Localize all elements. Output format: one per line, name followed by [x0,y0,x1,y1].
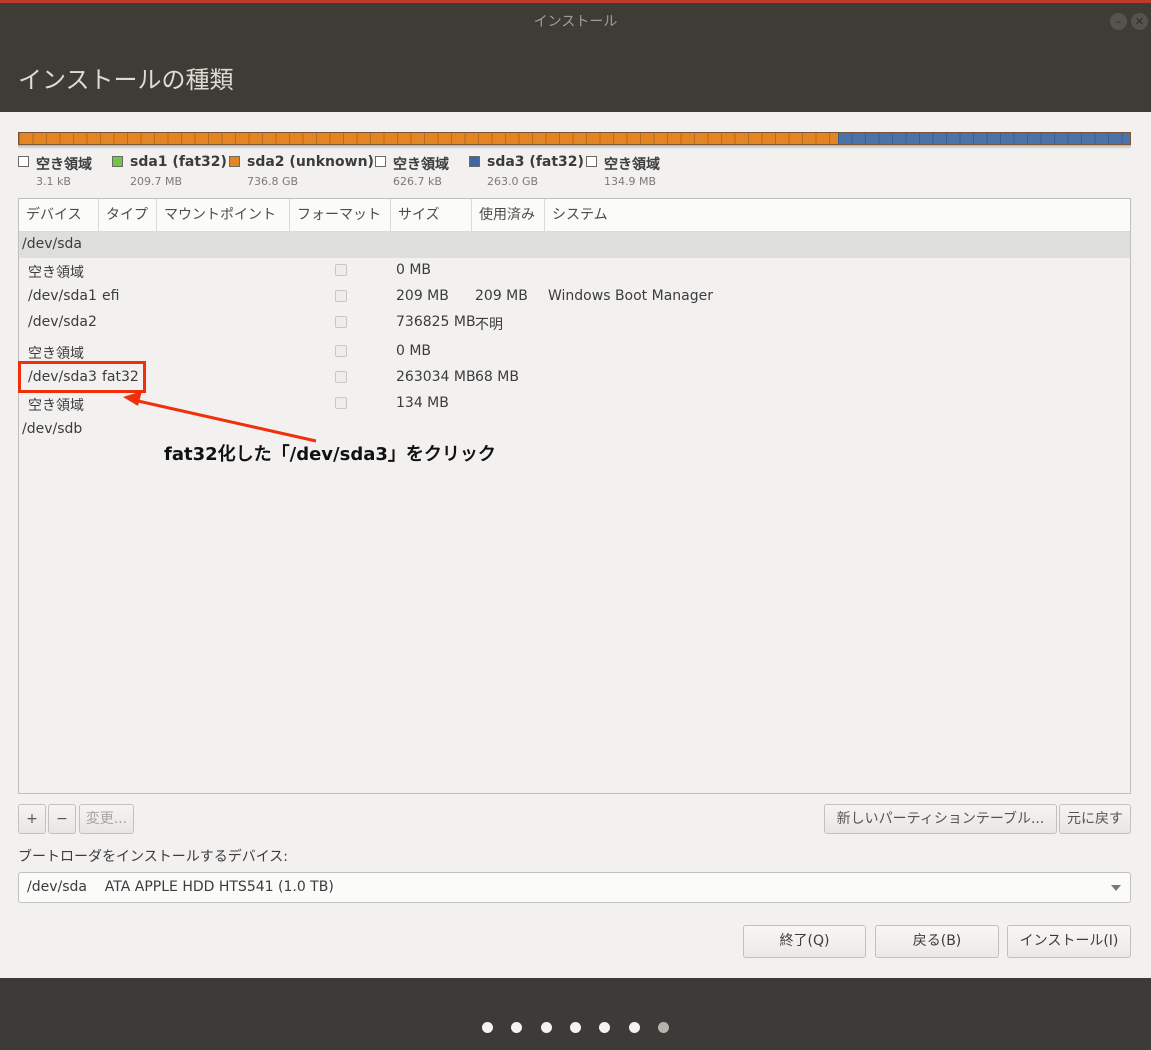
bootloader-device-select[interactable]: /dev/sda ATA APPLE HDD HTS541 (1.0 TB) [18,872,1131,903]
annotation-text: fat32化した「/dev/sda3」をクリック [164,444,496,465]
step-dot [482,1022,493,1033]
install-button[interactable]: インストール(I) [1007,925,1131,958]
bootloader-label: ブートローダをインストールするデバイス: [18,849,289,865]
main-content: 空き領域 3.1 kB sda1 (fat32) 209.7 MB sda2 (… [0,112,1151,978]
back-button[interactable]: 戻る(B) [875,925,999,958]
progress-footer [0,978,1151,1050]
window-titlebar: インストール – ✕ インストールの種類 [0,0,1151,112]
chevron-down-icon [1111,885,1121,891]
bootloader-device-value: /dev/sda ATA APPLE HDD HTS541 (1.0 TB) [27,879,334,895]
step-dot [628,1022,640,1033]
change-partition-button[interactable]: 変更... [79,804,134,834]
step-dot [657,1022,669,1033]
window-title: インストール [533,14,618,30]
step-dot [540,1022,552,1033]
new-partition-table-button[interactable]: 新しいパーティションテーブル... [824,804,1057,834]
revert-button[interactable]: 元に戻す [1059,804,1131,834]
minimize-icon[interactable]: – [1110,13,1127,30]
page-title: インストールの種類 [18,66,234,94]
annotation-arrow-head [123,391,142,406]
quit-button[interactable]: 終了(Q) [743,925,866,958]
step-dot [569,1022,581,1033]
add-partition-button[interactable]: + [18,804,46,834]
close-icon[interactable]: ✕ [1131,13,1148,30]
annotation-arrow-line [137,399,317,443]
step-dot [511,1022,523,1033]
step-dot [599,1022,611,1033]
remove-partition-button[interactable]: − [48,804,76,834]
